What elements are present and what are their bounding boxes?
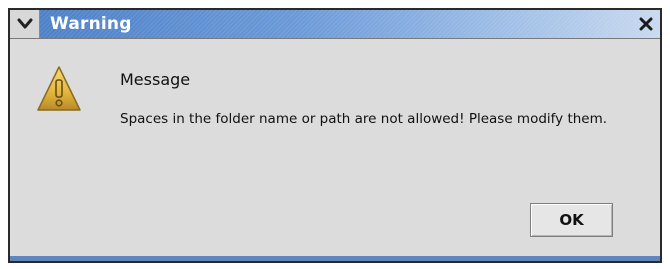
window-menu-button[interactable] (10, 10, 40, 38)
message-heading: Message (120, 70, 191, 89)
chevron-down-icon (17, 18, 32, 29)
close-icon (639, 17, 653, 31)
window-bottom-border (10, 256, 660, 261)
close-button[interactable] (632, 10, 660, 38)
warning-dialog-window: Warning Message Spaces in the folder nam… (8, 8, 662, 263)
title-bar[interactable]: Warning (10, 10, 660, 39)
window-title: Warning (50, 14, 132, 34)
ok-button[interactable]: OK (530, 203, 613, 237)
warning-icon (37, 66, 81, 111)
message-body: Spaces in the folder name or path are no… (120, 111, 608, 127)
